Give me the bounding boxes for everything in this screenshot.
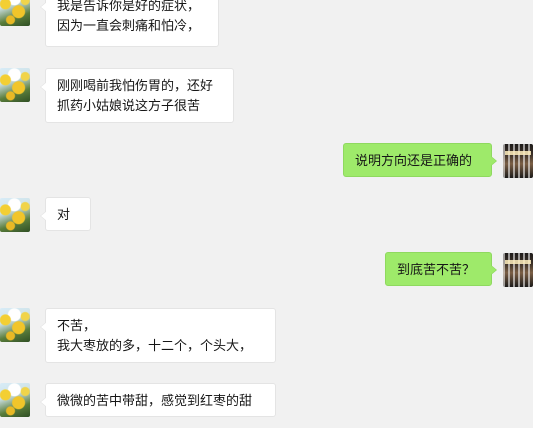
chat-message: 我是告诉你是好的症状， 因为一直会刺痛和怕冷，	[0, 0, 533, 48]
message-bubble: 对	[40, 197, 91, 231]
chat-message: 不苦， 我大枣放的多，十二个，个头大，	[0, 308, 533, 364]
message-bubble: 说明方向还是正确的	[343, 143, 497, 177]
chat-message: 刚刚喝前我怕伤胃的，还好 抓药小姑娘说这方子很苦	[0, 68, 533, 124]
message-bubble: 刚刚喝前我怕伤胃的，还好 抓药小姑娘说这方子很苦	[40, 68, 234, 123]
chat-message: 说明方向还是正确的	[0, 143, 533, 179]
message-bubble: 微微的苦中带甜，感觉到红枣的甜	[40, 383, 276, 417]
shop-sign-avatar-icon[interactable]	[503, 144, 533, 178]
message-bubble: 到底苦不苦？	[385, 252, 497, 286]
chat-message: 对	[0, 197, 533, 233]
sunflower-avatar-icon[interactable]	[0, 383, 30, 417]
chat-message: 到底苦不苦？	[0, 252, 533, 288]
sunflower-avatar-icon[interactable]	[0, 0, 30, 26]
chat-message: 微微的苦中带甜，感觉到红枣的甜	[0, 383, 533, 419]
sunflower-avatar-icon[interactable]	[0, 308, 30, 342]
sunflower-avatar-icon[interactable]	[0, 198, 30, 232]
shop-sign-avatar-icon[interactable]	[503, 253, 533, 287]
sunflower-avatar-icon[interactable]	[0, 68, 30, 102]
message-bubble: 不苦， 我大枣放的多，十二个，个头大，	[40, 308, 276, 363]
message-bubble: 我是告诉你是好的症状， 因为一直会刺痛和怕冷，	[40, 0, 219, 47]
chat-history: 我是告诉你是好的症状， 因为一直会刺痛和怕冷， 刚刚喝前我怕伤胃的，还好 抓药小…	[0, 0, 533, 428]
